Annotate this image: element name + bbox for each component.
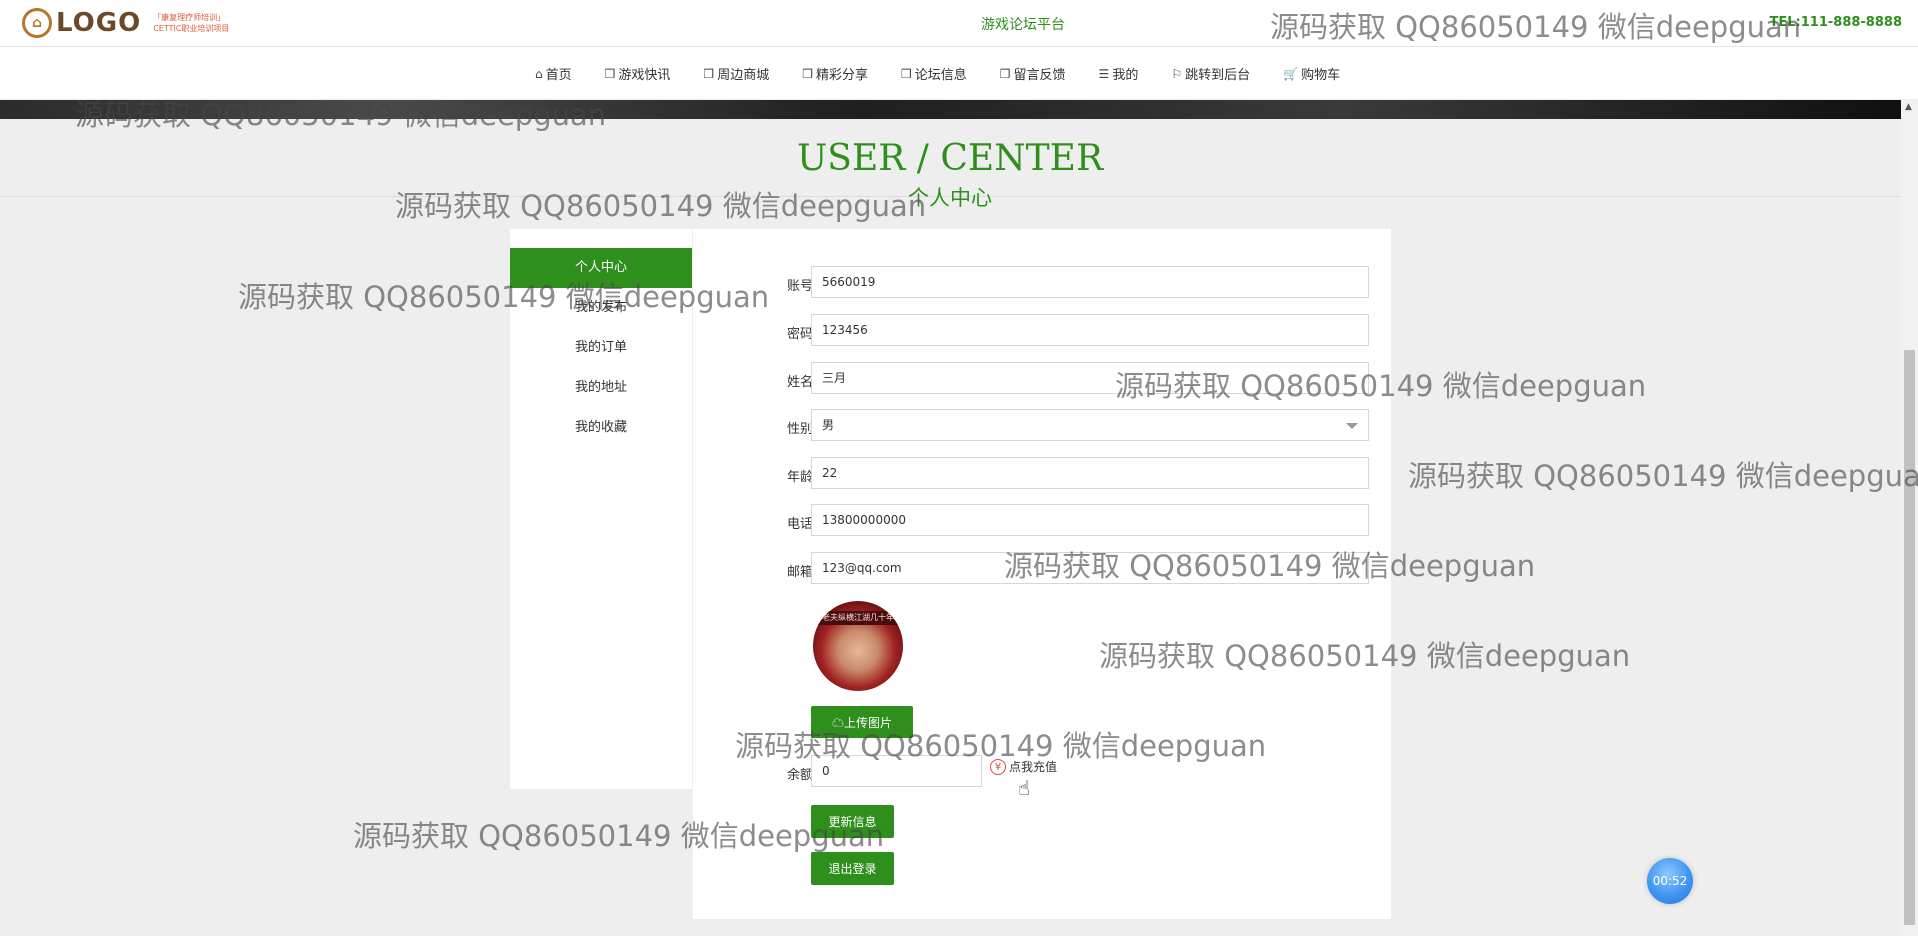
site-logo[interactable]: ⌂ LOGO 「康复理疗师培训」 CETTIC职业培训项目: [22, 7, 229, 39]
flag-icon: ⚐: [1171, 66, 1183, 81]
gender-label: 性别: [786, 422, 813, 437]
nav-item-2[interactable]: ❒ 周边商城: [703, 64, 770, 84]
page-title-en: USER / CENTER: [796, 138, 1104, 179]
name-field[interactable]: 三月: [811, 362, 1369, 394]
nav-item-label: 购物车: [1301, 68, 1341, 83]
upload-image-button[interactable]: ☁上传图片: [811, 706, 913, 738]
nav-item-label: 首页: [545, 68, 572, 83]
cube-icon: ❒: [604, 66, 616, 81]
email-row: 邮箱 123@qq.com: [693, 552, 1391, 586]
nav-item-4[interactable]: ❒ 论坛信息: [900, 64, 967, 84]
cart-icon: 🛒: [1283, 66, 1299, 81]
recharge-link[interactable]: ¥ 点我充值: [990, 758, 1057, 775]
avatar-caption: 老夫纵横江湖几十年: [813, 611, 903, 625]
account-field[interactable]: 5660019: [811, 266, 1369, 298]
nav-item-label: 精彩分享: [815, 68, 868, 83]
email-label: 邮箱: [786, 565, 813, 580]
gender-select[interactable]: 男: [811, 409, 1369, 441]
logo-emblem-icon: ⌂: [22, 8, 52, 38]
top-header: ⌂ LOGO 「康复理疗师培训」 CETTIC职业培训项目 游戏论坛平台 TEL…: [0, 0, 1918, 47]
nav-item-label: 周边商城: [717, 68, 770, 83]
nav-item-6[interactable]: ☰ 我的: [1098, 64, 1139, 84]
logo-subtitle-line-2: CETTIC职业培训项目: [153, 24, 230, 33]
logo-text: LOGO: [56, 8, 142, 38]
nav-item-label: 论坛信息: [914, 68, 967, 83]
timer-badge[interactable]: 00:52: [1647, 858, 1693, 904]
balance-field[interactable]: 0: [811, 755, 982, 787]
recharge-label: 点我充值: [1009, 760, 1058, 774]
scroll-thumb[interactable]: [1904, 350, 1915, 925]
nav-item-3[interactable]: ❒ 精彩分享: [802, 64, 868, 84]
nav-item-label: 游戏快讯: [618, 68, 671, 83]
age-field[interactable]: 22: [811, 457, 1369, 489]
logout-button[interactable]: 退出登录: [811, 852, 894, 885]
nav-item-7[interactable]: ⚐ 跳转到后台: [1171, 64, 1251, 84]
page-title-cn: 个人中心: [908, 186, 992, 210]
logo-subtitle: 「康复理疗师培训」 CETTIC职业培训项目: [153, 12, 229, 34]
phone-number: TEL:111-888-8888: [1769, 15, 1902, 30]
nav-item-label: 我的: [1112, 68, 1139, 83]
cube-icon: ❒: [703, 66, 715, 81]
nav-item-8[interactable]: 🛒 购物车: [1283, 64, 1341, 84]
list-icon: ☰: [1098, 66, 1110, 81]
nav-item-label: 留言反馈: [1013, 68, 1066, 83]
profile-form-panel: 账号 5660019 密码 123456 姓名 三月 性别 男 年龄 22 电话…: [693, 229, 1391, 919]
home-icon: ⌂: [535, 66, 543, 81]
cube-icon: ❒: [802, 66, 813, 81]
age-row: 年龄 22: [693, 457, 1391, 491]
email-field[interactable]: 123@qq.com: [811, 552, 1369, 584]
cube-icon: ❒: [999, 66, 1011, 81]
side-menu: 个人中心 我的发布 我的订单 我的地址 我的收藏: [510, 229, 692, 789]
name-label: 姓名: [786, 375, 813, 390]
upload-image-label: 上传图片: [844, 716, 893, 730]
site-title: 游戏论坛平台: [981, 17, 1065, 33]
balance-label: 余额: [786, 768, 813, 783]
hand-cursor-icon: ☝: [1018, 776, 1031, 800]
avatar: 老夫纵横江湖几十年: [813, 601, 903, 691]
phone-field[interactable]: 13800000000: [811, 504, 1369, 536]
side-item-my-address[interactable]: 我的地址: [510, 368, 692, 408]
phone-row: 电话 13800000000: [693, 504, 1391, 538]
gender-row: 性别 男: [693, 409, 1391, 443]
cube-icon: ❒: [900, 66, 912, 81]
phone-label: 电话: [786, 517, 813, 532]
account-row: 账号 5660019: [693, 266, 1391, 300]
side-item-user-center[interactable]: 个人中心: [510, 248, 692, 288]
main-nav: ⌂ 首页 ❒ 游戏快讯 ❒ 周边商城 ❒ 精彩分享 ❒ 论坛信息 ❒ 留言反馈 ☰ 我的 ⚐ 跳转到后台 🛒 购物…: [0, 47, 1918, 100]
age-label: 年龄: [786, 470, 813, 485]
nav-item-1[interactable]: ❒ 游戏快讯: [604, 64, 671, 84]
yen-icon: ¥: [990, 758, 1006, 775]
name-row: 姓名 三月: [693, 362, 1391, 396]
password-label: 密码: [786, 327, 813, 342]
upload-cloud-icon: ☁: [831, 716, 844, 730]
side-item-my-orders[interactable]: 我的订单: [510, 328, 692, 368]
side-item-my-favorites[interactable]: 我的收藏: [510, 408, 692, 448]
logo-subtitle-line-1: 「康复理疗师培训」: [153, 13, 226, 22]
watermark: 源码获取 QQ86050149 微信deepguan: [1408, 459, 1918, 493]
side-item-my-posts[interactable]: 我的发布: [510, 288, 692, 328]
banner-strip: [0, 100, 1918, 119]
account-label: 账号: [786, 279, 813, 294]
password-field[interactable]: 123456: [811, 314, 1369, 346]
password-row: 密码 123456: [693, 314, 1391, 348]
scroll-up-arrow-icon[interactable]: ▲: [1905, 102, 1912, 112]
nav-item-0[interactable]: ⌂ 首页: [535, 64, 572, 84]
nav-item-5[interactable]: ❒ 留言反馈: [999, 64, 1066, 84]
gender-value: 男: [822, 418, 835, 432]
update-info-button[interactable]: 更新信息: [811, 805, 894, 838]
nav-item-label: 跳转到后台: [1185, 68, 1251, 83]
scrollbar[interactable]: ▲: [1901, 100, 1918, 936]
